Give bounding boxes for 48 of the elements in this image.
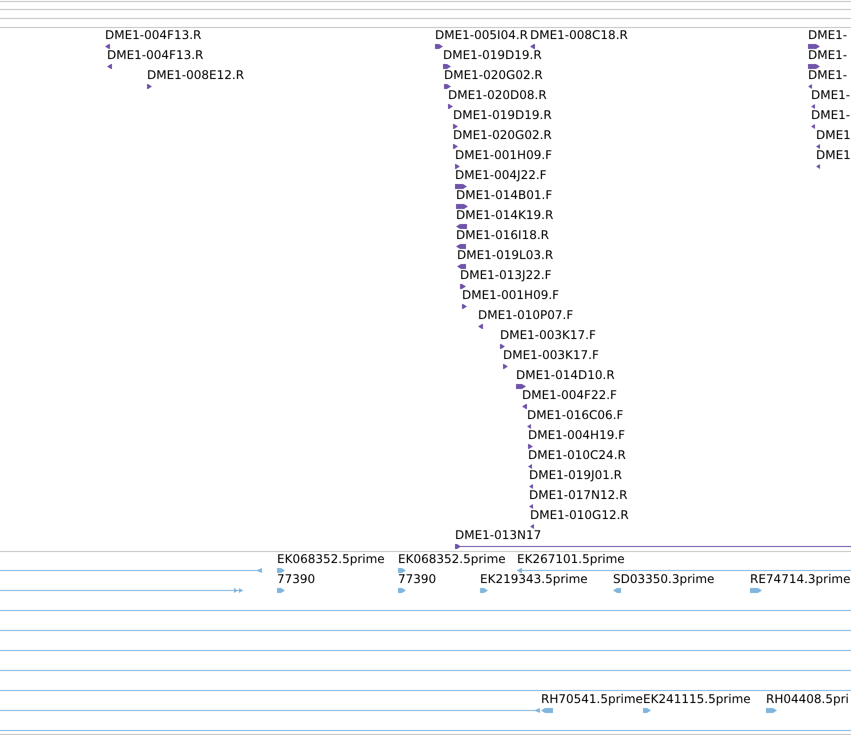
feature-label: DME1-020G02.R <box>453 128 552 142</box>
feature-label: DME1-004F13.R <box>107 48 204 62</box>
feature-label: DME1-020D08.R <box>448 88 547 102</box>
feature-label: EK068352.5prime <box>398 552 506 566</box>
feature-label: DME1-010C24.R <box>528 448 626 462</box>
feature-label: DME1-014B01.F <box>456 188 552 202</box>
feature-label: EK267101.5prime <box>517 552 625 566</box>
feature-label: DME1-020G02.R <box>444 68 543 82</box>
feature-label: DME1- <box>811 88 850 102</box>
feature-label: DME1-004F22.F <box>522 388 617 402</box>
feature-label: DME1-014K19.R <box>456 208 554 222</box>
feature-label: DME1- <box>808 68 848 82</box>
feature-label: DME1-004F13.R <box>105 28 202 42</box>
feature-label: 77390 <box>398 572 436 586</box>
feature-label: DME1- <box>811 108 850 122</box>
feature-label: DME1-019L03.R <box>457 248 554 262</box>
feature-label: DME1-001H09.F <box>455 148 552 162</box>
feature-label: DME1- <box>808 28 848 42</box>
feature-label: RE74714.3prime <box>750 572 850 586</box>
feature-label: DME1-004H19.F <box>528 428 626 442</box>
feature-label: DME1-016C06.F <box>527 408 624 422</box>
feature-label: DME1-019J01.R <box>529 468 622 482</box>
feature-label: 77390 <box>277 572 316 586</box>
feature-label: DME1-008E12.R <box>147 68 244 82</box>
feature-label: RH04408.5pri <box>766 692 849 706</box>
feature-label: DME1-013N17 <box>455 528 542 542</box>
feature-label: DME1-010P07.F <box>478 308 574 322</box>
feature-label: DME1-010G12.R <box>530 508 629 522</box>
feature-label: DME1-016I18.R <box>456 228 550 242</box>
feature-label: DME1-017N12.R <box>529 488 628 502</box>
feature-label: DME1-019D19.R <box>443 48 542 62</box>
feature-label: DME1 <box>816 148 851 162</box>
feature-label: DME1 <box>816 128 851 142</box>
feature-label: RH70541.5prime <box>541 692 643 706</box>
feature-label: DME1-003K17.F <box>503 348 599 362</box>
feature-label: DME1-003K17.F <box>500 328 596 342</box>
feature-label: SD03350.3prime <box>613 572 714 586</box>
feature-label: DME1-005I04.R <box>435 28 528 42</box>
feature-label: DME1-004J22.F <box>455 168 547 182</box>
feature-label: DME1-019D19.R <box>453 108 552 122</box>
feature-label: EK219343.5prime <box>480 572 588 586</box>
feature-label: DME1-013J22.F <box>460 268 552 282</box>
feature-label: DME1- <box>808 48 848 62</box>
feature-label: DME1-001H09.F <box>462 288 560 302</box>
feature-label: EK068352.5prime <box>277 552 385 566</box>
feature-label: DME1-008C18.R <box>530 28 628 42</box>
feature-label: EK241115.5prime <box>643 692 751 706</box>
feature-label: DME1-014D10.R <box>516 368 615 382</box>
